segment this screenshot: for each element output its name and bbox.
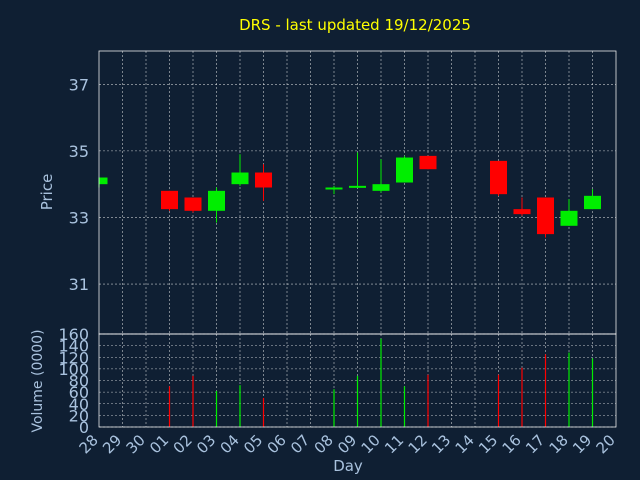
x-tick-label: 18 (546, 431, 572, 457)
candle-body (396, 157, 413, 183)
price-tick-label: 35 (69, 142, 89, 161)
x-tick-label: 10 (358, 431, 384, 457)
candle-body (161, 190, 178, 210)
volume-tick-label: 160 (58, 325, 89, 344)
candle-body (325, 187, 343, 190)
chart-title: DRS - last updated 19/12/2025 (239, 16, 471, 34)
candle-body (184, 197, 202, 211)
price-panel: 31 33 35 37 Price (38, 50, 617, 335)
volume-axis-label: Volume (0000) (30, 329, 46, 432)
x-ticks: 2829300102030405060708091011121314151617… (76, 431, 619, 457)
x-tick-label: 06 (264, 431, 290, 457)
candle-body (208, 190, 225, 211)
volume-panel: 020406080100120140160 Volume (0000) (30, 325, 617, 437)
price-tick-label: 33 (69, 208, 89, 227)
x-tick-label: 09 (334, 431, 360, 457)
x-tick-label: 02 (170, 431, 196, 457)
x-tick-label: 14 (452, 431, 478, 457)
x-tick-label: 30 (123, 431, 149, 457)
x-tick-label: 20 (593, 431, 619, 457)
x-tick-label: 19 (569, 431, 595, 457)
x-tick-label: 11 (381, 431, 407, 457)
x-tick-label: 01 (146, 431, 172, 457)
x-tick-label: 05 (240, 431, 266, 457)
candle-body (99, 177, 108, 185)
x-tick-label: 17 (522, 431, 548, 457)
price-y-ticks: 31 33 35 37 (69, 75, 89, 294)
candle-body (349, 185, 366, 188)
candle-body (372, 184, 390, 191)
candles (98, 152, 601, 238)
x-tick-label: 15 (475, 431, 501, 457)
x-axis-label: Day (333, 457, 363, 475)
x-tick-label: 03 (193, 431, 219, 457)
x-tick-label: 08 (311, 431, 337, 457)
volume-bars (168, 338, 594, 427)
candle-body (231, 172, 249, 185)
x-tick-label: 29 (99, 431, 125, 457)
x-tick-label: 12 (405, 431, 431, 457)
candle-body (560, 210, 578, 226)
price-tick-label: 37 (69, 75, 89, 94)
candle-body (584, 195, 601, 210)
x-tick-label: 07 (287, 431, 313, 457)
candle-body (419, 155, 437, 170)
x-tick-label: 16 (499, 431, 525, 457)
price-tick-label: 31 (69, 275, 89, 294)
x-tick-label: 13 (428, 431, 454, 457)
candle-body (255, 172, 272, 188)
price-axis-label: Price (38, 174, 56, 211)
volume-y-ticks: 020406080100120140160 (58, 325, 89, 437)
candle-body (537, 197, 554, 235)
candle-body (490, 160, 507, 195)
candle-body (513, 209, 531, 215)
x-tick-label: 04 (217, 431, 243, 457)
stock-chart: DRS - last updated 19/12/2025 31 33 35 37 P… (30, 16, 619, 475)
